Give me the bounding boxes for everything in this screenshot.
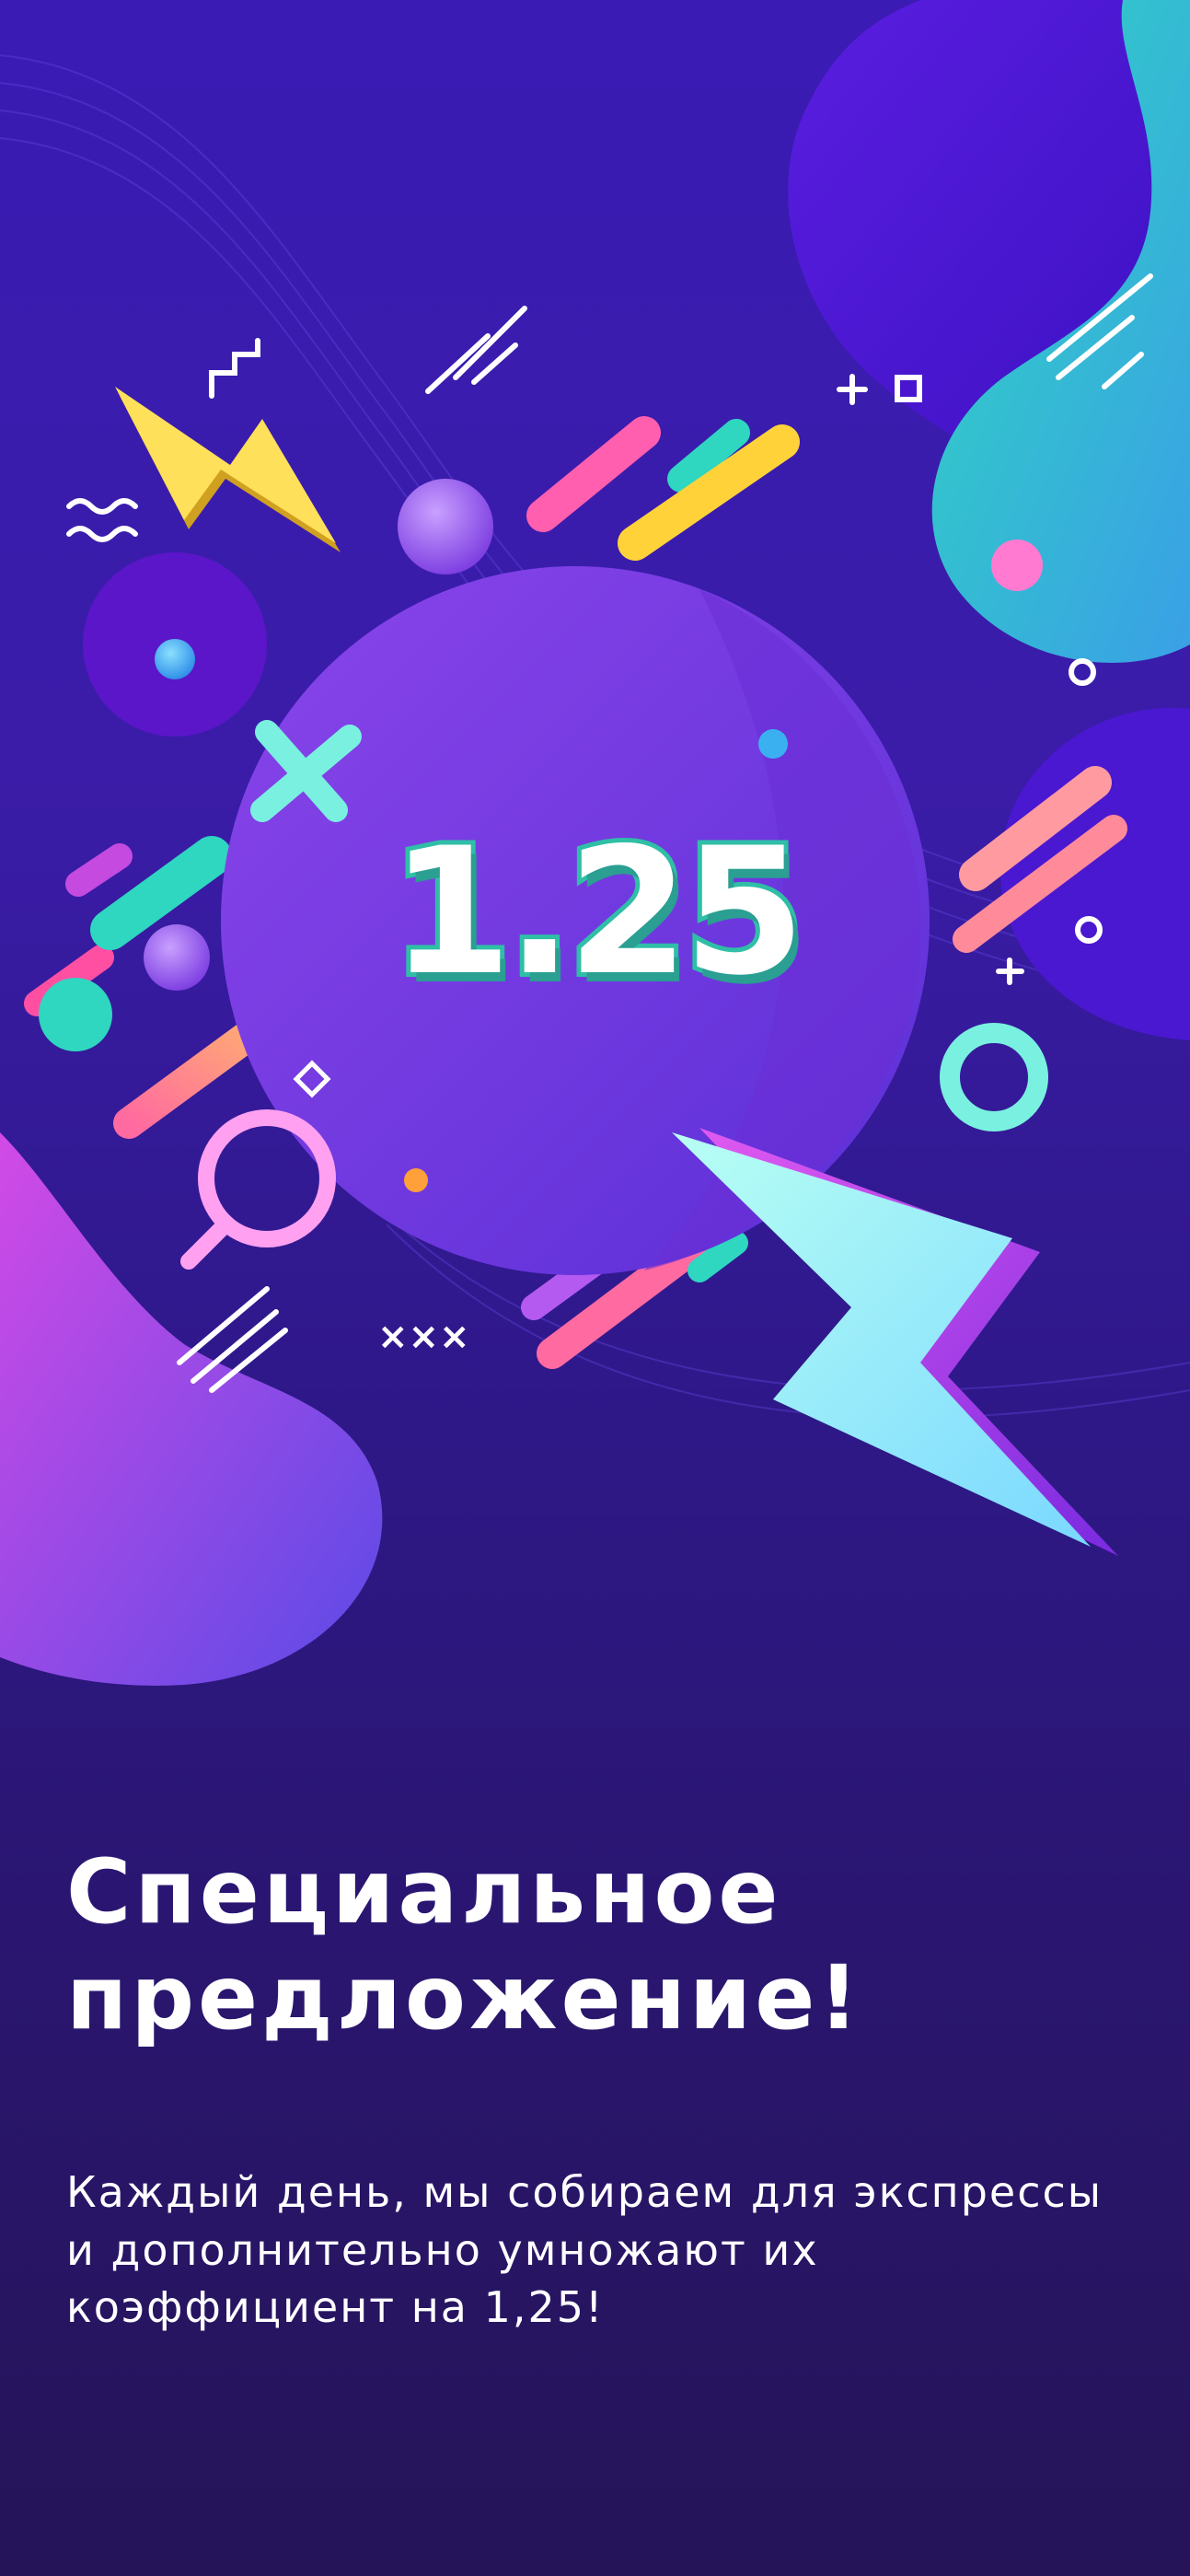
promo-description: Каждый день, мы собираем для экспрессы и… <box>66 2167 1103 2333</box>
promo-screen: ××× 1.25 Специальное предложение! Каждый… <box>0 0 1190 2576</box>
pink-dot <box>991 540 1043 591</box>
zigzag-icon <box>209 338 260 399</box>
purple-sphere <box>398 479 493 574</box>
blue-dot <box>155 639 195 679</box>
wave-icon <box>66 498 138 515</box>
headline: Специальное предложение! <box>66 1840 863 2050</box>
big-lightning-bolt-icon <box>672 1128 1118 1556</box>
cross-marks: ××× <box>377 1316 470 1358</box>
blue-small-dot <box>758 729 788 759</box>
multiplier-badge: 1.25 <box>386 806 810 1018</box>
lightning-bolt-icon <box>115 387 341 552</box>
ring-icon <box>940 1023 1048 1131</box>
orange-small-dot <box>404 1168 428 1192</box>
